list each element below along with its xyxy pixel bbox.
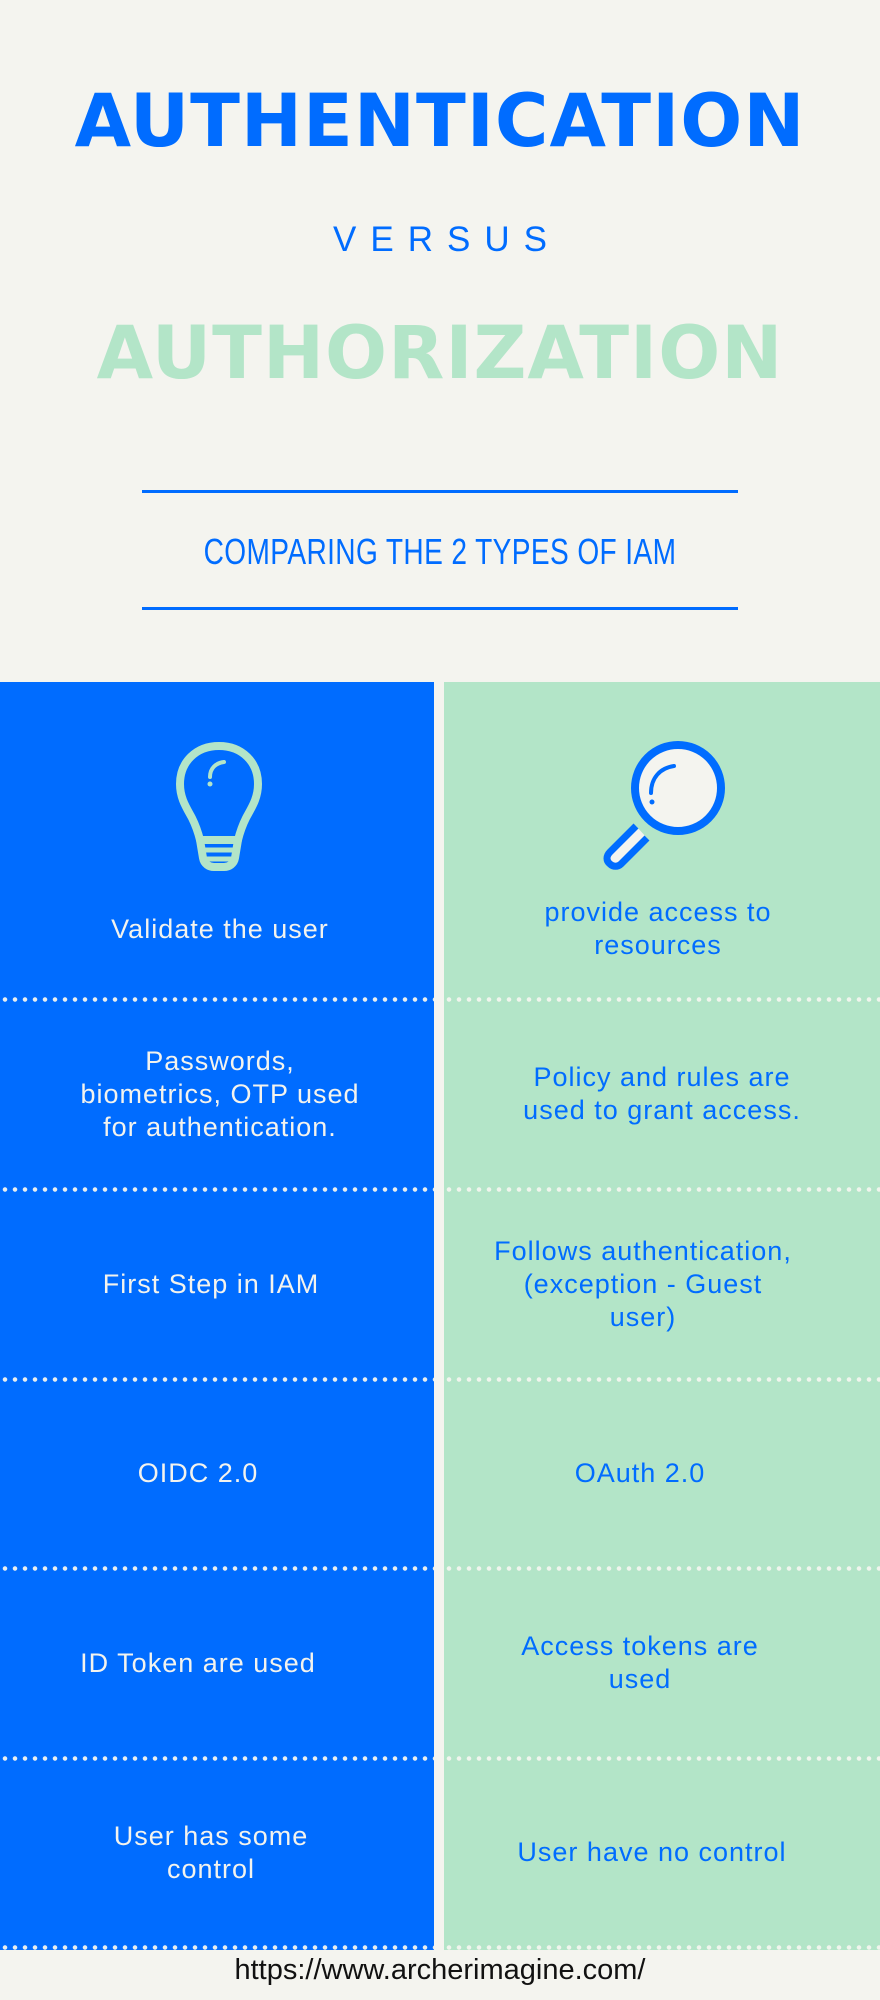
dotted-divider [444, 1187, 880, 1192]
dotted-divider [0, 1756, 434, 1761]
cell-text: Policy and rules are used to grant access… [523, 1061, 801, 1127]
cell-text-line: ID Token are used [80, 1647, 316, 1678]
authorization-cell: User have no control [452, 1758, 852, 1947]
subtitle: COMPARING THE 2 TYPES OF IAM [203, 531, 677, 572]
footer-url[interactable]: https://www.archerimagine.com/ [0, 1952, 880, 1988]
dotted-divider [444, 1756, 880, 1761]
cell-text: User has some control [114, 1820, 309, 1886]
cell-text-line: User have no control [517, 1837, 787, 1867]
cell-text-line: for authentication. [103, 1111, 337, 1142]
authorization-cell: Follows authentication, (exception - Gues… [443, 1189, 843, 1379]
cell-text: Passwords, biometrics, OTP used for authen… [80, 1045, 359, 1144]
cell-text-line: User has some [113, 1820, 309, 1851]
magnifying-glass-icon [596, 738, 730, 872]
subtitle-bottom-rule [142, 607, 738, 610]
dotted-divider [0, 1945, 434, 1950]
authorization-cell: provide access to resources [458, 880, 858, 978]
dotted-divider [0, 1566, 434, 1571]
dotted-divider [444, 1945, 880, 1950]
authentication-cell: User has some control [11, 1758, 411, 1947]
cell-text-line: Passwords, [145, 1045, 295, 1076]
authentication-cell: First Step in IAM [11, 1189, 411, 1379]
lightbulb-icon [172, 740, 266, 872]
cell-text: provide access to resources [544, 896, 771, 962]
cell-text: Follows authentication, (exception - Gues… [494, 1235, 792, 1334]
title-authorization: AUTHORIZATION [96, 311, 784, 396]
dotted-divider [444, 1566, 880, 1571]
dotted-divider [0, 997, 434, 1002]
cell-text-line: First Step in IAM [102, 1268, 320, 1299]
dotted-divider [0, 1187, 434, 1192]
cell-text: OAuth 2.0 [575, 1457, 706, 1490]
cell-text: OIDC 2.0 [138, 1457, 259, 1490]
cell-text-line: resources [594, 930, 722, 960]
cell-text-line: OAuth 2.0 [574, 1458, 706, 1488]
cell-text-line: control [166, 1853, 256, 1884]
cell-text: ID Token are used [80, 1647, 316, 1680]
dotted-divider [0, 1377, 434, 1382]
versus-label: VERSUS [333, 220, 561, 259]
cell-text-line: Follows authentication, [494, 1235, 792, 1266]
authorization-cell: Access tokens are used [440, 1568, 840, 1758]
authentication-cell: Passwords, biometrics, OTP used for authen… [20, 999, 420, 1189]
cell-text: Access tokens are used [521, 1630, 759, 1696]
authorization-cell: Policy and rules are used to grant access… [462, 999, 862, 1189]
authentication-cell: OIDC 2.0 [0, 1379, 398, 1568]
dotted-divider [444, 997, 880, 1002]
cell-text-line: Access tokens are [521, 1631, 759, 1661]
cell-text-line: biometrics, OTP used [80, 1078, 360, 1109]
authentication-cell: Validate the user [20, 880, 420, 978]
dotted-divider [444, 1377, 880, 1382]
cell-text-line: Policy and rules are [533, 1062, 791, 1092]
cell-text-line: used [608, 1664, 672, 1694]
cell-text-line: (exception - Guest [523, 1268, 763, 1299]
authorization-cell: OAuth 2.0 [440, 1379, 840, 1568]
subtitle-top-rule [142, 490, 738, 493]
cell-text-line: OIDC 2.0 [137, 1458, 259, 1488]
cell-text-line: used to grant access. [523, 1095, 801, 1125]
cell-text-line: user) [609, 1301, 677, 1332]
cell-text: User have no control [517, 1836, 786, 1869]
title-authentication: AUTHENTICATION [74, 79, 806, 164]
authentication-cell: ID Token are used [0, 1568, 398, 1758]
cell-text: Validate the user [111, 913, 329, 946]
cell-text: First Step in IAM [103, 1268, 320, 1301]
cell-text-line: provide access to [544, 897, 772, 927]
cell-text-line: Validate the user [111, 913, 329, 944]
